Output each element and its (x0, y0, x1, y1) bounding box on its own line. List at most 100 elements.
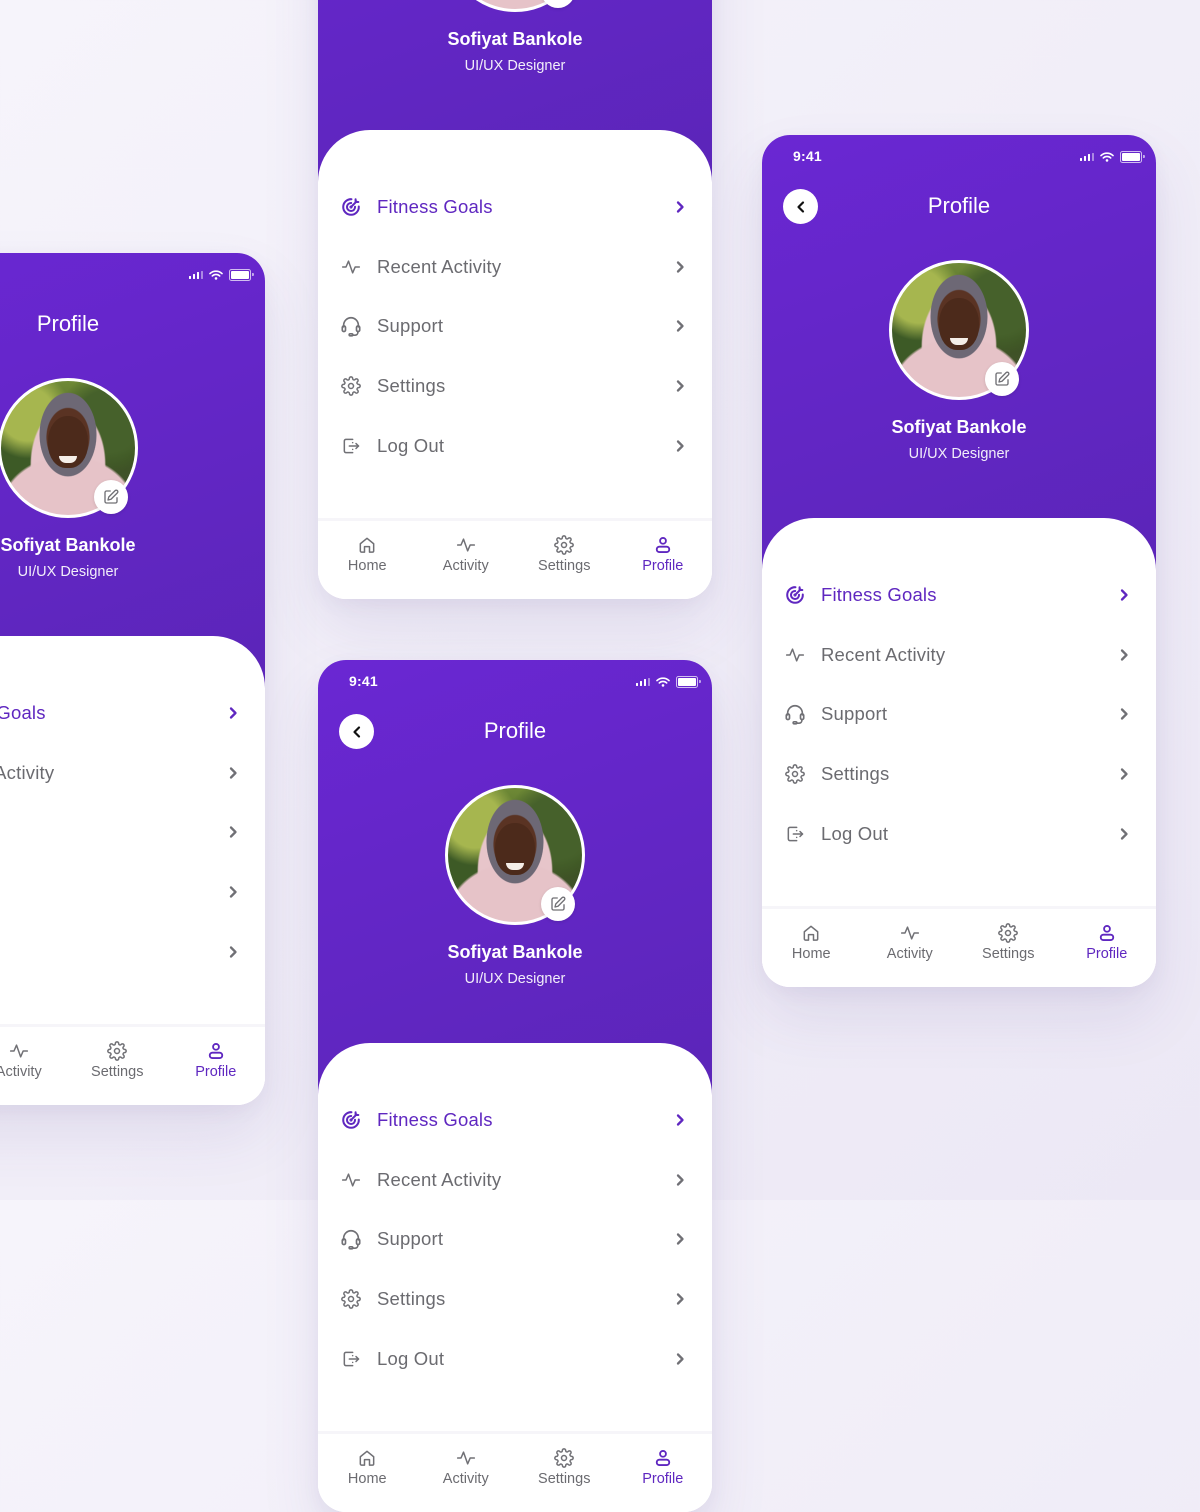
home-icon (801, 923, 821, 943)
menu-item-settings[interactable]: Settings (318, 356, 712, 416)
battery-icon (229, 269, 254, 281)
menu-item-settings[interactable]: Settings (762, 744, 1156, 804)
chevron-right-icon (225, 824, 241, 840)
menu-item-support[interactable]: Support (318, 296, 712, 356)
activity-icon (784, 644, 806, 666)
menu-item-log-out[interactable]: Log Out (318, 416, 712, 476)
chevron-right-icon (225, 705, 241, 721)
edit-avatar-button[interactable] (541, 0, 575, 8)
headset-icon (340, 1228, 362, 1250)
edit-avatar-button[interactable] (541, 887, 575, 921)
menu-item-support[interactable]: Support (762, 684, 1156, 744)
status-time: 9:41 (793, 148, 822, 164)
menu-item-label: Log Out (377, 434, 445, 456)
menu-item-support[interactable]: Support (318, 1209, 712, 1269)
tab-profile[interactable]: Profile (614, 1434, 713, 1512)
tab-label: Home (791, 946, 831, 962)
user-name: Sofiyat Bankole (447, 29, 583, 49)
chevron-right-icon (1116, 826, 1132, 842)
menu-item-fitness-goals[interactable]: Fitness Goals (0, 683, 265, 743)
wifi-icon (656, 677, 670, 687)
edit-avatar-button[interactable] (985, 362, 1019, 396)
menu-item-log-out[interactable]: Log Out (318, 1329, 712, 1389)
chevron-right-icon (672, 1231, 688, 1247)
gear-icon (998, 923, 1019, 943)
menu-item-label: Fitness Goals (821, 583, 937, 605)
page-title: Profile (483, 718, 547, 743)
menu-item-recent-activity[interactable]: Recent Activity (762, 625, 1156, 685)
menu-item-settings[interactable]: Settings (318, 1269, 712, 1329)
screen-left: 9:41 Profile (0, 253, 265, 1105)
bottom-tab-bar: Home Activity Settings Profile (318, 518, 712, 599)
menu-item-fitness-goals[interactable]: Fitness Goals (318, 1090, 712, 1150)
activity-icon (456, 535, 476, 555)
status-time: 9:41 (349, 673, 378, 689)
tab-label: Profile (642, 558, 684, 574)
signal-icon (188, 271, 203, 279)
gear-icon (340, 375, 362, 397)
tab-settings[interactable]: Settings (515, 1434, 614, 1512)
pencil-edit-icon (102, 488, 120, 506)
menu-item-label: Log Out (377, 1347, 445, 1369)
tab-home[interactable]: Home (762, 909, 861, 987)
user-icon (206, 1041, 226, 1061)
activity-icon (900, 923, 920, 943)
tab-home[interactable]: Home (318, 1434, 417, 1512)
menu-item-support[interactable]: Support (0, 802, 265, 862)
menu-item-settings[interactable]: Settings (0, 862, 265, 922)
chevron-right-icon (1116, 587, 1132, 603)
menu-item-recent-activity[interactable]: Recent Activity (0, 743, 265, 803)
tab-activity[interactable]: Activity (0, 1027, 68, 1105)
menu-item-recent-activity[interactable]: Recent Activity (318, 237, 712, 297)
tab-activity[interactable]: Activity (417, 1434, 516, 1512)
menu-item-label: Fitness Goals (377, 195, 493, 217)
tab-settings[interactable]: Settings (959, 909, 1058, 987)
home-icon (357, 1448, 377, 1468)
gear-icon (554, 1448, 575, 1468)
bottom-tab-bar: Home Activity Settings Profile (318, 1431, 712, 1512)
user-role: UI/UX Designer (464, 58, 566, 74)
menu-item-log-out[interactable]: Log Out (0, 922, 265, 982)
battery-icon (1120, 151, 1145, 163)
target-icon (784, 584, 806, 606)
tab-activity[interactable]: Activity (861, 909, 960, 987)
tab-profile[interactable]: Profile (1058, 909, 1157, 987)
menu-item-label: Recent Activity (0, 761, 55, 783)
tab-home[interactable]: Home (318, 521, 417, 599)
logout-icon (340, 435, 362, 457)
tab-label: Profile (1086, 946, 1128, 962)
tab-activity[interactable]: Activity (417, 521, 516, 599)
tab-label: Activity (886, 946, 933, 962)
menu-item-log-out[interactable]: Log Out (762, 804, 1156, 864)
user-name: Sofiyat Bankole (891, 417, 1027, 437)
gear-icon (784, 763, 806, 785)
tab-settings[interactable]: Settings (515, 521, 614, 599)
tab-label: Profile (642, 1471, 684, 1487)
chevron-right-icon (1116, 766, 1132, 782)
user-icon (653, 535, 673, 555)
screen-middle-bottom: 9:41 Profile Sofiyat Bankole UI/UX Desig… (318, 660, 712, 1512)
logout-icon (340, 1348, 362, 1370)
user-name: Sofiyat Bankole (447, 942, 583, 962)
menu-item-fitness-goals[interactable]: Fitness Goals (762, 565, 1156, 625)
profile-menu: Fitness Goals Recent Activity Support Setti… (318, 1090, 712, 1388)
tab-profile[interactable]: Profile (614, 521, 713, 599)
pencil-edit-icon (993, 370, 1011, 388)
profile-header: 9:41 Profile (318, 660, 712, 1100)
tab-profile[interactable]: Profile (167, 1027, 266, 1105)
tab-settings[interactable]: Settings (68, 1027, 167, 1105)
pencil-edit-icon (549, 895, 567, 913)
page-title: Profile (36, 311, 100, 336)
menu-item-recent-activity[interactable]: Recent Activity (318, 1150, 712, 1210)
user-name: Sofiyat Bankole (0, 535, 136, 555)
tab-label: Settings (538, 1471, 591, 1487)
edit-avatar-button[interactable] (94, 480, 128, 514)
headset-icon (784, 703, 806, 725)
tab-label: Settings (538, 558, 591, 574)
status-icons (635, 676, 701, 688)
bottom-tab-bar: Home Activity Settings Profile (762, 906, 1156, 987)
menu-item-fitness-goals[interactable]: Fitness Goals (318, 177, 712, 237)
chevron-right-icon (1116, 647, 1132, 663)
user-icon (1097, 923, 1117, 943)
chevron-right-icon (672, 318, 688, 334)
